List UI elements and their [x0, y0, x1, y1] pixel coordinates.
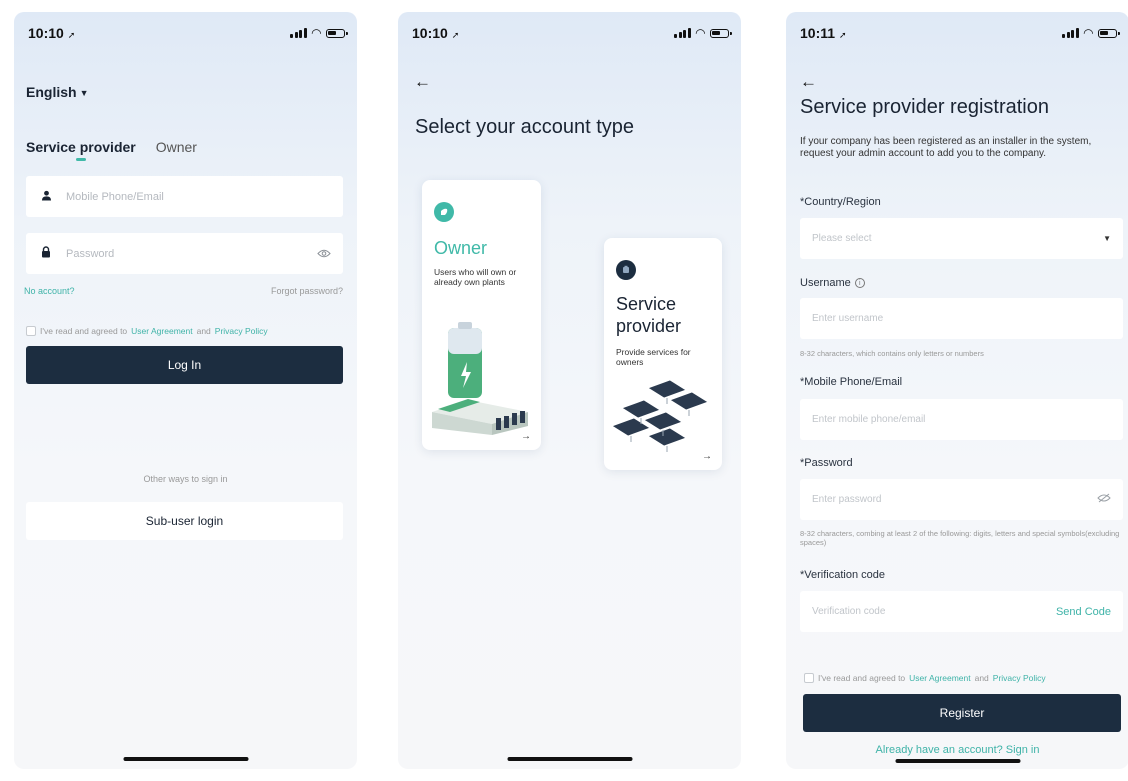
password-hint: 8-32 characters, combing at least 2 of t… [800, 529, 1120, 548]
phone-email-placeholder: Enter mobile phone/email [812, 414, 926, 425]
send-code-button[interactable]: Send Code [1056, 606, 1111, 618]
provider-card-title: Service provider [616, 294, 682, 336]
home-indicator [507, 757, 632, 761]
user-icon [38, 190, 54, 204]
username-placeholder: Enter username [812, 313, 884, 324]
provider-badge-icon [616, 260, 636, 280]
service-provider-card[interactable]: Service provider Provide services for ow… [604, 238, 722, 470]
login-account-input[interactable]: Mobile Phone/Email [26, 176, 343, 217]
login-password-input[interactable]: Password [26, 233, 343, 274]
owner-arrow-icon: → [521, 431, 531, 442]
location-icon: ➚ [838, 30, 847, 40]
agreement-row: I've read and agreed to User Agreement an… [804, 673, 1046, 683]
caret-down-icon: ▼ [79, 88, 89, 98]
phone-email-input[interactable]: Enter mobile phone/email [800, 399, 1123, 440]
owner-badge-icon [434, 202, 454, 222]
signal-icon [674, 28, 691, 38]
language-selector[interactable]: English ▼ [26, 84, 88, 100]
login-button[interactable]: Log In [26, 346, 343, 384]
password-placeholder: Enter password [812, 494, 882, 505]
account-links: No account? Forgot password? [24, 286, 343, 296]
login-password-placeholder: Password [66, 247, 115, 260]
agreement-row: I've read and agreed to User Agreement an… [26, 326, 268, 336]
forgot-password-link[interactable]: Forgot password? [271, 286, 343, 296]
back-arrow-icon[interactable]: ← [414, 72, 431, 92]
owner-card-description: Users who will own or already own plants [434, 267, 517, 287]
home-indicator [123, 757, 248, 761]
battery-illustration [432, 322, 528, 435]
account-type-screen: 10:10 ➚ ◠ ← Select your account type Own… [398, 12, 741, 769]
wifi-icon: ◠ [311, 26, 321, 40]
location-icon: ➚ [451, 30, 460, 40]
agreement-checkbox[interactable] [26, 326, 36, 336]
tab-owner[interactable]: Owner [156, 139, 197, 155]
country-label: *Country/Region [800, 196, 881, 208]
info-icon[interactable]: i [854, 278, 865, 288]
eye-off-icon[interactable] [1097, 493, 1111, 506]
battery-icon [326, 28, 348, 38]
signal-icon [290, 28, 307, 38]
status-bar: 10:10 ➚ ◠ [412, 22, 732, 44]
battery-icon [1098, 28, 1120, 38]
password-label: *Password [800, 457, 853, 469]
status-bar: 10:11 ➚ ◠ [800, 22, 1120, 44]
verification-label: *Verification code [800, 569, 885, 581]
other-ways-label: Other ways to sign in [143, 474, 228, 484]
privacy-policy-link[interactable]: Privacy Policy [993, 673, 1046, 683]
registration-screen: 10:11 ➚ ◠ ← Service provider registratio… [786, 12, 1128, 769]
tab-service-provider[interactable]: Service provider [26, 139, 136, 161]
status-bar: 10:10 ➚ ◠ [28, 22, 348, 44]
agreement-checkbox[interactable] [804, 673, 814, 683]
password-input[interactable]: Enter password [800, 479, 1123, 520]
no-account-link[interactable]: No account? [24, 286, 75, 296]
wifi-icon: ◠ [1083, 26, 1093, 40]
eye-icon[interactable] [317, 246, 331, 261]
account-tabs: Service provider Owner [26, 139, 197, 161]
country-select[interactable]: Please select ▼ [800, 218, 1123, 259]
page-title: Service provider registration [800, 96, 1049, 118]
location-icon: ➚ [67, 30, 76, 40]
back-arrow-icon[interactable]: ← [800, 72, 817, 92]
privacy-policy-link[interactable]: Privacy Policy [215, 326, 268, 336]
verification-placeholder: Verification code [812, 606, 886, 617]
login-account-placeholder: Mobile Phone/Email [66, 190, 164, 203]
provider-arrow-icon: → [702, 451, 712, 462]
solar-panels-illustration [611, 379, 709, 452]
country-placeholder: Please select [812, 233, 872, 244]
lock-icon [38, 246, 54, 261]
login-screen: 10:10 ➚ ◠ English ▼ Service provider Owne… [14, 12, 357, 769]
phone-label: *Mobile Phone/Email [800, 376, 903, 388]
user-agreement-link[interactable]: User Agreement [909, 673, 970, 683]
registration-intro: If your company has been registered as a… [800, 136, 1092, 159]
username-hint: 8-32 characters, which contains only let… [800, 349, 984, 358]
username-label: Username i [800, 277, 865, 289]
owner-card-title: Owner [434, 238, 488, 258]
verification-input[interactable]: Verification code Send Code [800, 591, 1123, 632]
battery-icon [710, 28, 732, 38]
sign-in-link[interactable]: Already have an account? Sign in [786, 744, 1128, 756]
signal-icon [1062, 28, 1079, 38]
username-input[interactable]: Enter username [800, 298, 1123, 339]
dropdown-caret-icon: ▼ [1103, 234, 1111, 243]
status-time: 10:10 ➚ [28, 25, 76, 41]
home-indicator [895, 759, 1020, 763]
user-agreement-link[interactable]: User Agreement [131, 326, 192, 336]
sub-user-login-button[interactable]: Sub-user login [26, 502, 343, 540]
register-button[interactable]: Register [803, 694, 1121, 732]
wifi-icon: ◠ [695, 26, 705, 40]
page-title: Select your account type [415, 116, 635, 138]
status-time: 10:10 ➚ [412, 25, 460, 41]
owner-card[interactable]: Owner Users who will own or already own … [422, 180, 541, 450]
provider-card-description: Provide services for owners [616, 347, 691, 367]
status-time: 10:11 ➚ [800, 25, 847, 41]
